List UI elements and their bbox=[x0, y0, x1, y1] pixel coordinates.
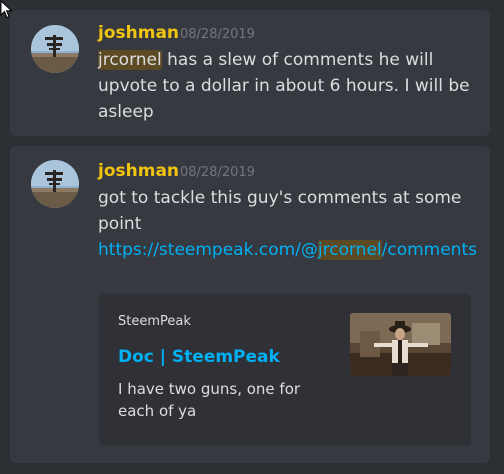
user-avatar[interactable] bbox=[31, 25, 79, 73]
message-link[interactable]: https://steempeak.com/@jrcornel/comments bbox=[98, 240, 477, 260]
user-mention[interactable]: jrcornel bbox=[98, 50, 162, 70]
embed-provider[interactable]: SteemPeak bbox=[118, 314, 191, 330]
mouse-cursor-icon bbox=[0, 0, 13, 19]
message-text: got to tackle this guy's comments at som… bbox=[98, 188, 462, 234]
link-suffix[interactable]: /comments bbox=[382, 240, 477, 260]
message-timestamp: 08/28/2019 bbox=[180, 165, 255, 180]
message-content: got to tackle this guy's comments at som… bbox=[98, 185, 478, 263]
message-1[interactable]: joshman 08/28/2019 jrcornel has a slew o… bbox=[10, 10, 490, 136]
message-timestamp: 08/28/2019 bbox=[180, 27, 255, 42]
link-prefix[interactable]: https://steempeak.com/@ bbox=[98, 240, 318, 260]
embed-thumbnail[interactable] bbox=[350, 313, 451, 376]
user-avatar[interactable] bbox=[31, 160, 79, 208]
message-2[interactable]: joshman 08/28/2019 got to tackle this gu… bbox=[10, 146, 490, 463]
author-name[interactable]: joshman bbox=[98, 23, 179, 43]
message-content: jrcornel has a slew of comments he will … bbox=[98, 47, 478, 125]
embed-title[interactable]: Doc | SteemPeak bbox=[118, 346, 280, 368]
embed-description: I have two guns, one for each of ya bbox=[118, 380, 301, 420]
author-name[interactable]: joshman bbox=[98, 161, 179, 181]
link-embed: SteemPeak Doc | SteemPeak I have two gun… bbox=[99, 294, 471, 446]
link-user-mention[interactable]: jrcornel bbox=[317, 240, 382, 260]
